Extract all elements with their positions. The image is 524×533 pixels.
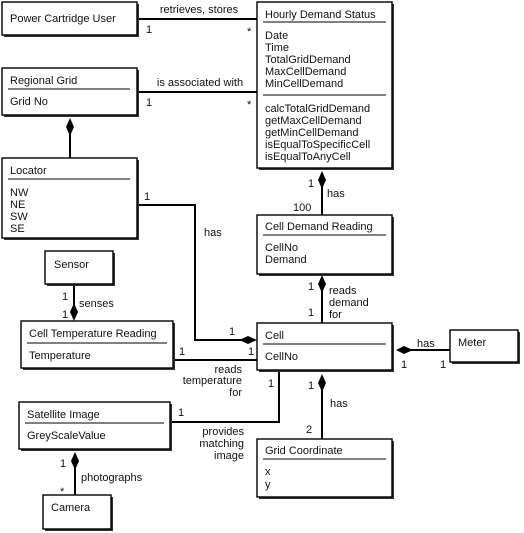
multiplicity: 1 [401,359,407,371]
multiplicity: 1 [146,97,152,109]
class-cell-temperature-reading[interactable]: Cell Temperature Reading Temperature [20,320,175,370]
class-name: Cell [265,330,284,342]
assoc-label: for [229,387,242,399]
class-name: Satellite Image [27,409,100,421]
method: isEqualToAnyCell [265,151,351,163]
assoc-label: temperature [183,375,242,387]
class-name: Power Cartridge User [10,13,116,25]
attribute: Demand [265,254,307,266]
assoc-label: is associated with [157,77,243,89]
assoc-label: demand [329,297,369,309]
class-name: Camera [51,502,91,514]
class-satellite-image[interactable]: Satellite Image GreyScaleValue [18,401,172,451]
method: getMinCellDemand [265,127,359,139]
multiplicity: 1 [308,281,314,293]
class-hourly-demand-status[interactable]: Hourly Demand Status Date Time TotalGrid… [256,1,394,170]
composition-diamond-icon [318,275,326,293]
attribute: y [265,479,271,491]
composition-diamond-icon [396,346,413,354]
class-cell-demand-reading[interactable]: Cell Demand Reading CellNo Demand [256,214,394,276]
assoc-label: reads [329,285,357,297]
assoc-label: has [417,338,435,350]
assoc-label: provides [202,426,244,438]
multiplicity: 1 [62,309,68,321]
class-name: Grid Coordinate [265,445,343,457]
class-name: Locator [10,165,47,177]
class-name: Cell Temperature Reading [29,328,157,340]
attribute: SW [10,211,28,223]
assoc-label: matching [199,438,244,450]
attribute: CellNo [265,351,298,363]
composition-diamond-icon [239,336,257,344]
multiplicity: 1 [308,178,314,190]
attribute: Grid No [10,96,48,108]
assoc-label: image [214,450,244,462]
multiplicity: 100 [293,202,311,214]
attribute: TotalGridDemand [265,54,351,66]
multiplicity: * [247,26,252,38]
class-camera[interactable]: Camera [42,494,113,531]
assoc-label: for [329,309,342,321]
multiplicity: 1 [229,326,235,338]
attribute: Time [265,42,289,54]
multiplicity: 1 [60,458,66,470]
assoc-label: photographs [81,472,143,484]
class-name: Meter [458,337,486,349]
class-power-cartridge-user[interactable]: Power Cartridge User [1,1,139,37]
class-name: Cell Demand Reading [265,221,373,233]
multiplicity: 1 [308,307,314,319]
class-regional-grid[interactable]: Regional Grid Grid No [1,67,139,117]
multiplicity: 1 [144,191,150,203]
attribute: CellNo [265,242,298,254]
attribute: NW [10,187,29,199]
attribute: NE [10,199,25,211]
multiplicity: 1 [308,380,314,392]
method: calcTotalGridDemand [265,103,370,115]
assoc-label: has [330,398,348,410]
class-grid-coordinate[interactable]: Grid Coordinate x y [256,438,394,499]
class-locator[interactable]: Locator NW NE SW SE [1,157,139,240]
class-sensor[interactable]: Sensor [44,250,115,286]
assoc-locator-cell-line [137,204,242,341]
multiplicity: 1 [268,378,274,390]
assoc-label: has [204,227,222,239]
multiplicity: 2 [306,424,312,436]
assoc-label: has [327,188,345,200]
class-cell[interactable]: Cell CellNo [256,322,394,372]
assoc-label: senses [79,298,114,310]
attribute: x [265,466,271,478]
attribute: Temperature [29,350,91,362]
attribute: SE [10,223,25,235]
multiplicity: * [247,99,252,111]
composition-diamond-icon [66,118,74,136]
class-name: Regional Grid [10,75,77,87]
composition-diamond-icon [70,303,78,321]
multiplicity: 1 [62,291,68,303]
multiplicity: 1 [179,346,185,358]
assoc-label: retrieves, stores [160,4,239,16]
class-name: Sensor [54,259,89,271]
composition-diamond-icon [318,171,326,189]
multiplicity: 1 [440,359,446,371]
attribute: MaxCellDemand [265,66,346,78]
composition-diamond-icon [71,452,79,470]
class-meter[interactable]: Meter [449,329,520,364]
multiplicity: 1 [178,407,184,419]
attribute: Date [265,30,288,42]
method: isEqualToSpecificCell [265,139,370,151]
class-name: Hourly Demand Status [265,9,376,21]
attribute: GreyScaleValue [27,430,106,442]
method: getMaxCellDemand [265,115,362,127]
attribute: MinCellDemand [265,78,343,90]
composition-diamond-icon [318,374,326,392]
multiplicity: 1 [146,24,152,36]
multiplicity: 1 [248,346,254,358]
uml-class-diagram: retrieves, stores 1 * is associated with… [1,1,520,531]
